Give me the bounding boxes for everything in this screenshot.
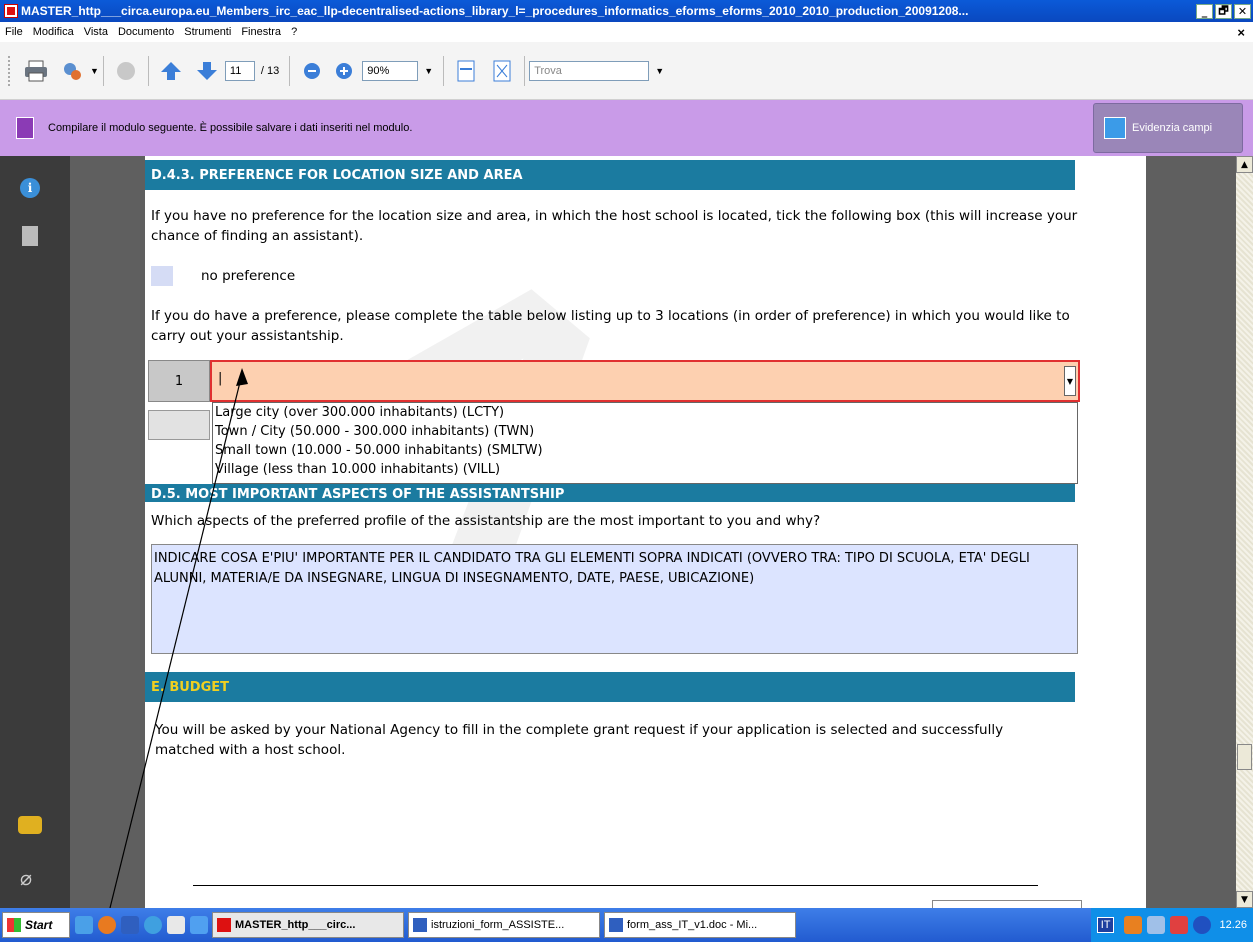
hand-tool-icon[interactable] <box>112 57 140 85</box>
zoom-input[interactable]: 90% <box>362 60 419 81</box>
close-document-icon[interactable]: × <box>1232 25 1253 40</box>
window-title-bar: MASTER_http___circa.europa.eu_Members_ir… <box>0 0 1253 22</box>
highlight-fields-label: Evidenzia campi <box>1132 122 1213 134</box>
quicklaunch-desktop-icon[interactable] <box>167 916 185 934</box>
quicklaunch-word-icon[interactable] <box>121 916 139 934</box>
close-window-button[interactable]: ✕ <box>1234 3 1251 19</box>
next-page-icon[interactable] <box>193 57 221 85</box>
page-number-input[interactable]: 11 <box>224 60 255 81</box>
start-button[interactable]: Start <box>2 912 70 938</box>
tray-network-icon[interactable] <box>1147 916 1166 934</box>
pages-icon[interactable] <box>22 226 38 246</box>
menu-finestra[interactable]: Finestra <box>236 26 286 38</box>
menu-file[interactable]: File <box>0 26 28 38</box>
attachments-icon[interactable]: ⌀ <box>20 866 32 890</box>
pdf-task-icon <box>217 918 231 932</box>
zoom-dropdown-icon[interactable]: ▼ <box>424 66 433 76</box>
tray-app-icon[interactable] <box>1124 916 1143 934</box>
find-input[interactable]: Trova <box>529 60 650 81</box>
scroll-up-icon[interactable]: ▲ <box>1236 156 1253 173</box>
quicklaunch-firefox-icon[interactable] <box>98 916 116 934</box>
task-master-pdf[interactable]: MASTER_http___circ... <box>212 912 404 938</box>
task-istruzioni-label: istruzioni_form_ASSISTE... <box>431 919 565 931</box>
vertical-scrollbar[interactable]: ▲ ▼ <box>1236 156 1253 908</box>
menu-modifica[interactable]: Modifica <box>28 26 79 38</box>
fit-page-icon[interactable] <box>488 57 516 85</box>
task-form-ass-label: form_ass_IT_v1.doc - Mi... <box>627 919 758 931</box>
window-title: MASTER_http___circa.europa.eu_Members_ir… <box>21 4 969 18</box>
toolbar: ▼ 11 / 13 90% ▼ Trova ▼ <box>0 42 1253 100</box>
annotation-arrow <box>109 368 248 908</box>
page-total: / 13 <box>260 64 280 77</box>
form-icon <box>16 117 34 139</box>
comments-icon[interactable] <box>18 816 42 834</box>
share-icon[interactable] <box>58 57 86 85</box>
toolbar-separator <box>289 55 291 86</box>
document-viewport: A D.4.3. PREFERENCE FOR LOCATION SIZE AN… <box>70 156 1236 908</box>
quicklaunch-ie2-icon[interactable] <box>190 916 208 934</box>
form-notification-bar: Compilare il modulo seguente. È possibil… <box>0 100 1253 156</box>
minimize-button[interactable]: _ <box>1196 3 1213 19</box>
task-form-ass-doc[interactable]: form_ass_IT_v1.doc - Mi... <box>604 912 796 938</box>
windows-logo-icon <box>7 918 21 932</box>
toolbar-separator <box>524 55 526 86</box>
toolbar-separator <box>443 55 445 86</box>
menu-strumenti[interactable]: Strumenti <box>179 26 236 38</box>
highlight-fields-icon <box>1104 117 1126 139</box>
word-task-icon <box>413 918 427 932</box>
menu-vista[interactable]: Vista <box>79 26 113 38</box>
fit-width-icon[interactable] <box>452 57 480 85</box>
tray-antivirus-icon[interactable] <box>1170 916 1189 934</box>
toolbar-separator <box>147 55 149 86</box>
previous-page-icon[interactable] <box>157 57 185 85</box>
form-message: Compilare il modulo seguente. È possibil… <box>48 122 413 134</box>
left-navigation-panel: i ⌀ <box>0 156 70 908</box>
task-master-pdf-label: MASTER_http___circ... <box>235 919 356 931</box>
maximize-button[interactable]: 🗗 <box>1215 3 1232 19</box>
tray-update-icon[interactable] <box>1193 916 1212 934</box>
taskbar: Start MASTER_http___circ... istruzioni_f… <box>0 908 1253 942</box>
scrollbar-thumb[interactable] <box>1237 744 1252 770</box>
scroll-down-icon[interactable]: ▼ <box>1236 891 1253 908</box>
zoom-in-icon[interactable] <box>330 57 358 85</box>
toolbar-separator <box>102 55 104 86</box>
clock: 12.26 <box>1219 919 1247 931</box>
pdf-app-icon <box>4 4 18 18</box>
word-task-icon <box>609 918 623 932</box>
quicklaunch-media-icon[interactable] <box>144 916 162 934</box>
task-istruzioni-doc[interactable]: istruzioni_form_ASSISTE... <box>408 912 600 938</box>
menu-documento[interactable]: Documento <box>113 26 179 38</box>
language-indicator[interactable]: IT <box>1096 917 1115 933</box>
quicklaunch-ie-icon[interactable] <box>75 916 93 934</box>
menu-bar: File Modifica Vista Documento Strumenti … <box>0 22 1253 42</box>
print-icon[interactable] <box>22 57 50 85</box>
share-dropdown-icon[interactable]: ▼ <box>90 66 99 76</box>
start-label: Start <box>25 918 53 932</box>
highlight-fields-button[interactable]: Evidenzia campi <box>1093 103 1243 153</box>
system-tray: IT 12.26 <box>1090 908 1253 942</box>
info-icon[interactable]: i <box>20 178 40 198</box>
toolbar-grip <box>8 55 18 86</box>
find-dropdown-icon[interactable]: ▼ <box>655 66 664 76</box>
zoom-out-icon[interactable] <box>298 57 326 85</box>
menu-help[interactable]: ? <box>286 26 302 38</box>
